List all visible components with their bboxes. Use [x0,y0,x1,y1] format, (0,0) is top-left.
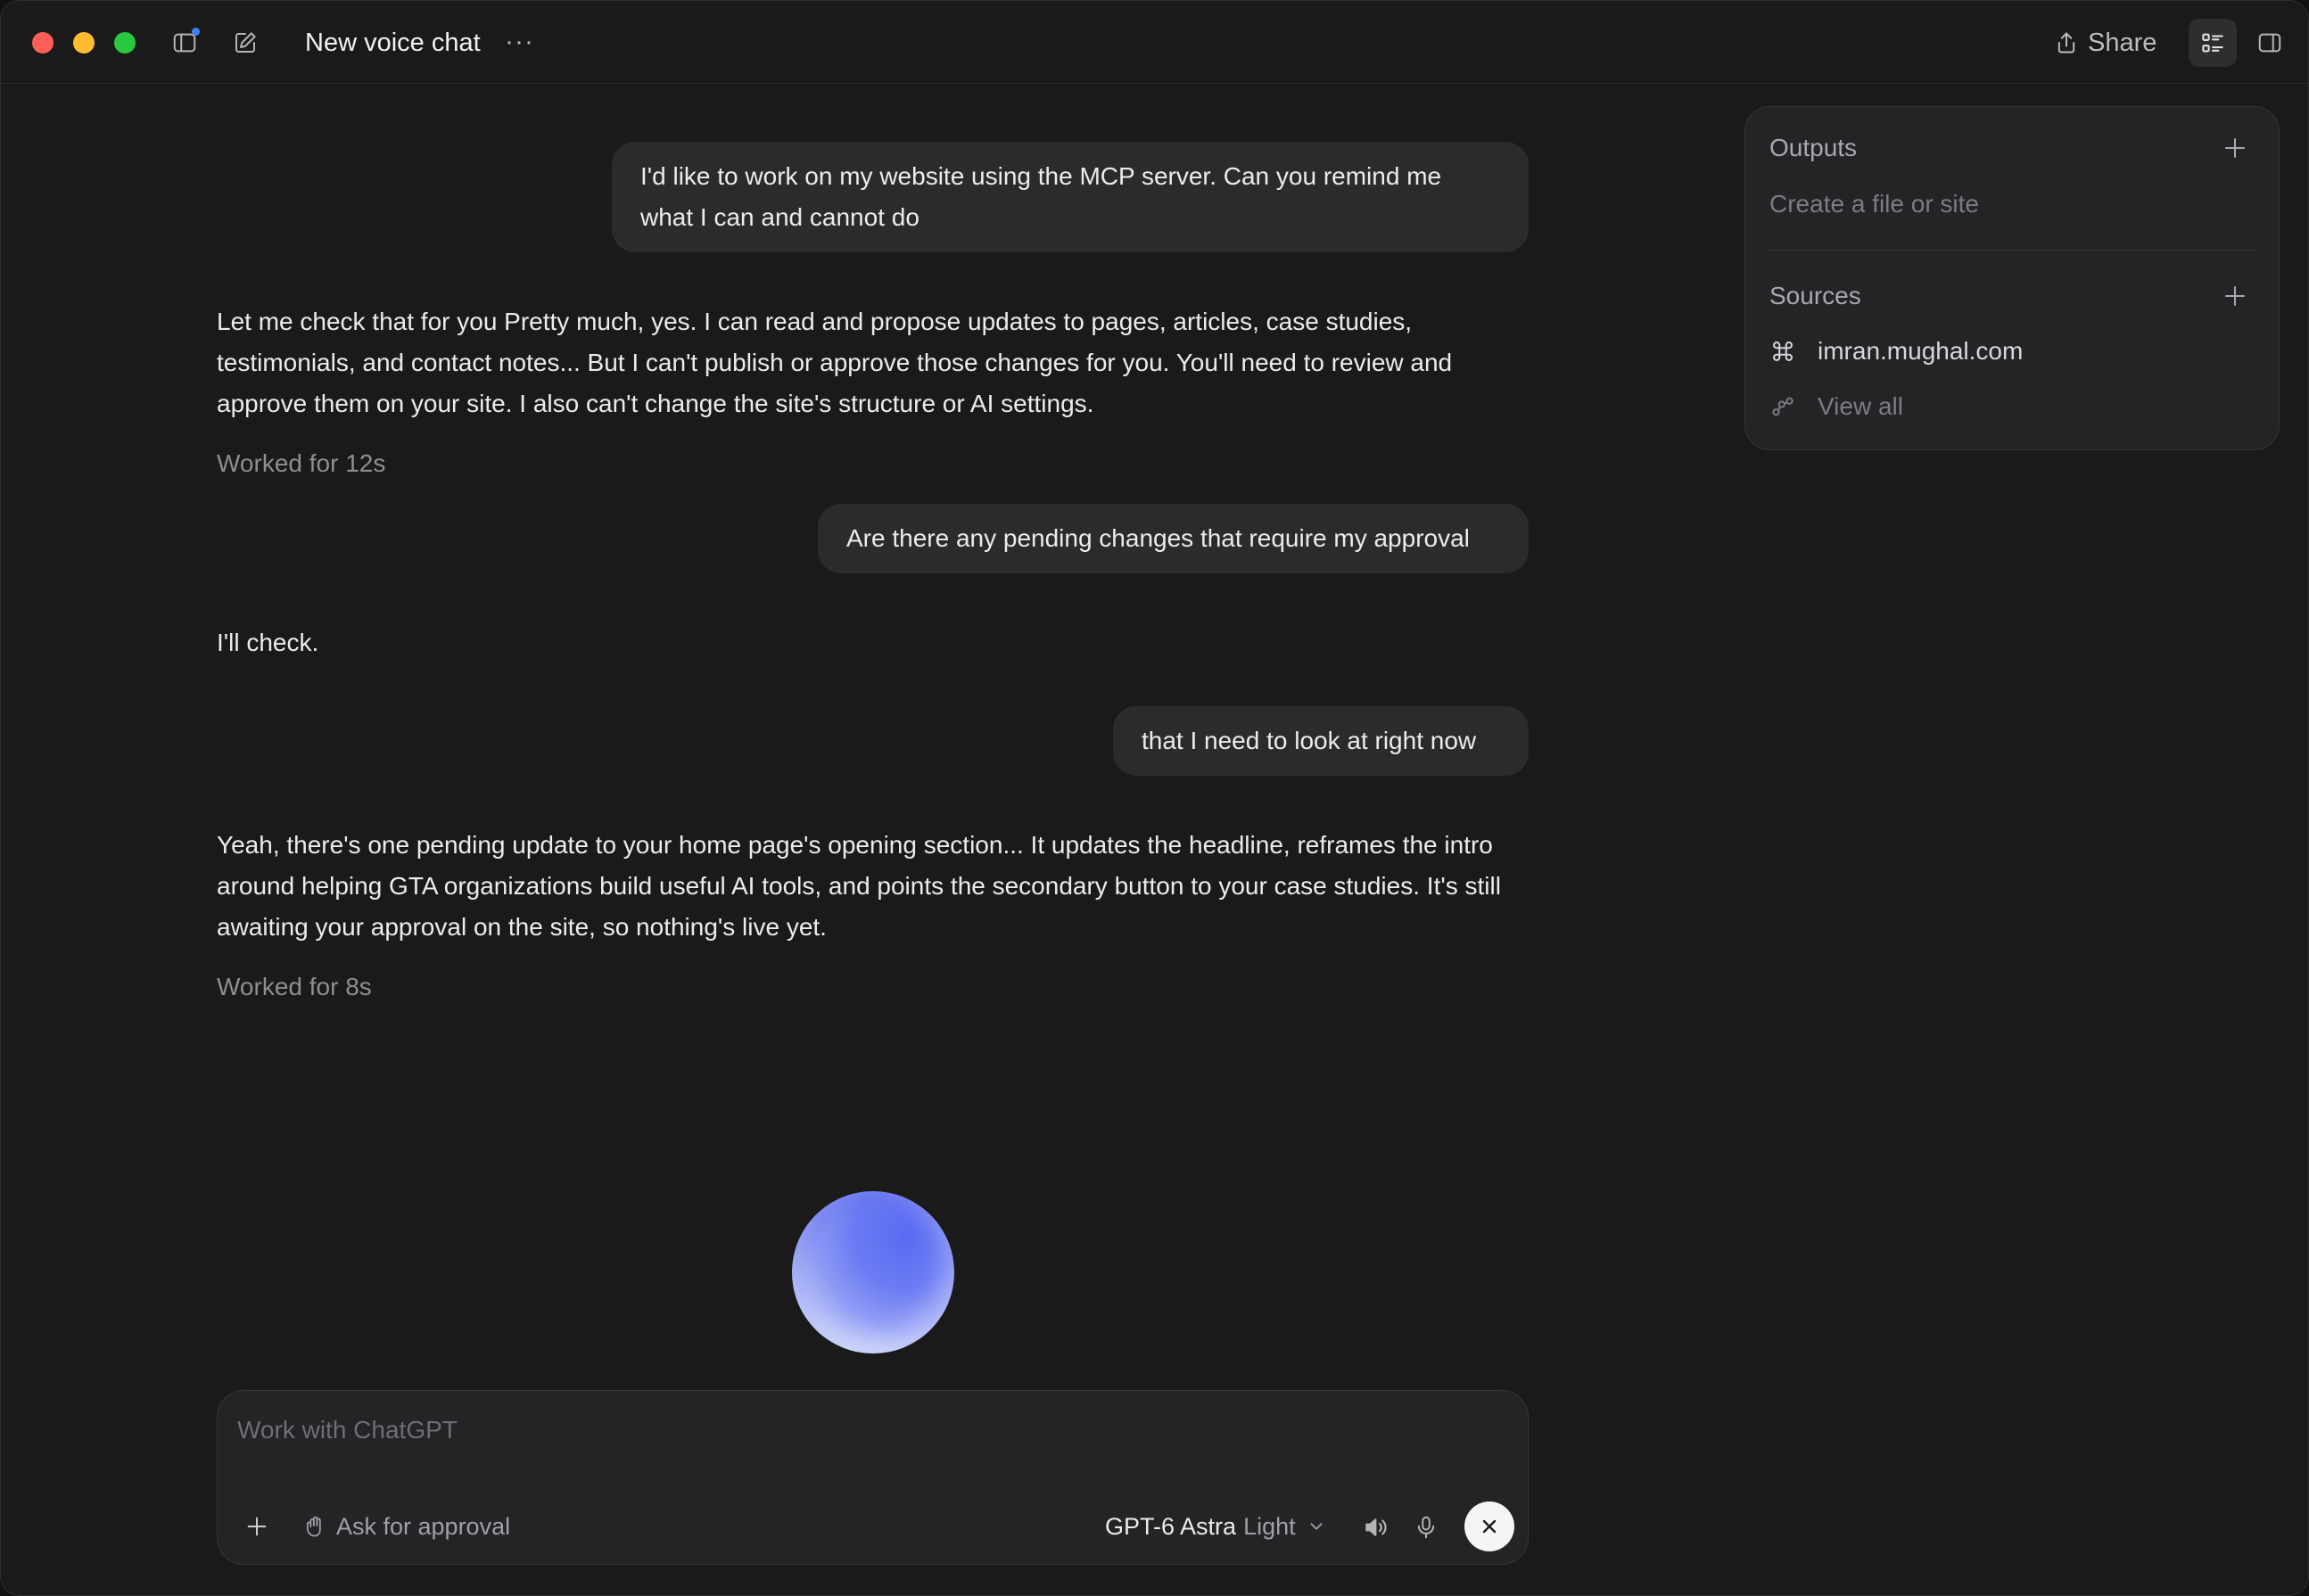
close-window-button[interactable] [32,32,54,53]
sources-heading: Sources [1769,282,1861,309]
voice-activity-orb [792,1191,954,1353]
microphone-button[interactable] [1409,1510,1443,1544]
user-message: I'd like to work on my website using the… [612,142,1529,252]
source-label: imran.mughal.com [1818,337,2024,365]
close-icon [1482,1519,1497,1534]
outputs-heading: Outputs [1769,134,1858,161]
view-all-sources-button[interactable]: View all [1769,389,1903,424]
share-button[interactable]: Share [2054,24,2156,62]
user-message: Are there any pending changes that requi… [818,504,1529,573]
share-label: Share [2088,28,2157,57]
worked-duration[interactable]: Worked for 8s [217,971,372,1003]
assistant-message: I'll check. [217,629,319,656]
sidebar-toggle-button[interactable] [168,26,202,60]
link-nodes-icon [1772,397,1794,416]
app-window: New voice chat ··· Share I'd like to wor… [0,0,2309,1596]
add-output-button[interactable] [2221,134,2249,162]
model-variant: Light [1243,1512,1296,1540]
title-bar: New voice chat ··· Share [1,1,2308,84]
plus-icon [2225,286,2245,306]
outline-view-button[interactable] [2189,19,2237,67]
chat-title[interactable]: New voice chat [305,26,481,60]
add-source-button[interactable] [2221,282,2249,310]
panel-divider [1769,250,2255,251]
toggle-right-panel-button[interactable] [2253,26,2287,60]
microphone-icon [1417,1516,1435,1539]
composer: Ask for approval GPT-6 Astra Light [217,1390,1529,1565]
hand-icon [306,1516,321,1537]
source-item[interactable]: imran.mughal.com [1769,333,2023,369]
message-input[interactable] [237,1416,1307,1444]
ask-for-approval-button[interactable]: Ask for approval [302,1509,510,1544]
user-message: that I need to look at right now [1113,706,1529,776]
approval-label: Ask for approval [336,1512,511,1540]
chevron-down-icon [1310,1523,1323,1530]
model-selector[interactable]: GPT-6 Astra Light [1105,1509,1326,1544]
panel-right-icon [2258,33,2281,53]
command-icon [1773,341,1793,361]
model-name: GPT-6 Astra [1105,1512,1237,1540]
more-options-button[interactable]: ··· [505,28,534,56]
speaker-button[interactable] [1359,1510,1393,1544]
assistant-message: Yeah, there's one pending update to your… [217,831,1501,941]
add-attachment-button[interactable] [243,1512,271,1541]
plus-icon [247,1517,267,1536]
share-icon [2057,32,2075,53]
minimize-window-button[interactable] [73,32,95,53]
list-detail-icon [2202,33,2223,53]
notification-dot [192,28,200,36]
plus-icon [2225,138,2245,158]
speaker-icon [1365,1518,1387,1536]
end-voice-button[interactable] [1464,1501,1514,1551]
compose-icon [235,32,256,53]
new-chat-button[interactable] [228,26,262,60]
view-all-label: View all [1818,392,1903,420]
maximize-window-button[interactable] [114,32,136,53]
worked-duration[interactable]: Worked for 12s [217,448,385,480]
create-file-or-site-link[interactable]: Create a file or site [1769,188,1979,220]
side-panel: Outputs Create a file or site Sources im… [1744,106,2280,450]
assistant-message: Let me check that for you Pretty much, y… [217,308,1453,417]
